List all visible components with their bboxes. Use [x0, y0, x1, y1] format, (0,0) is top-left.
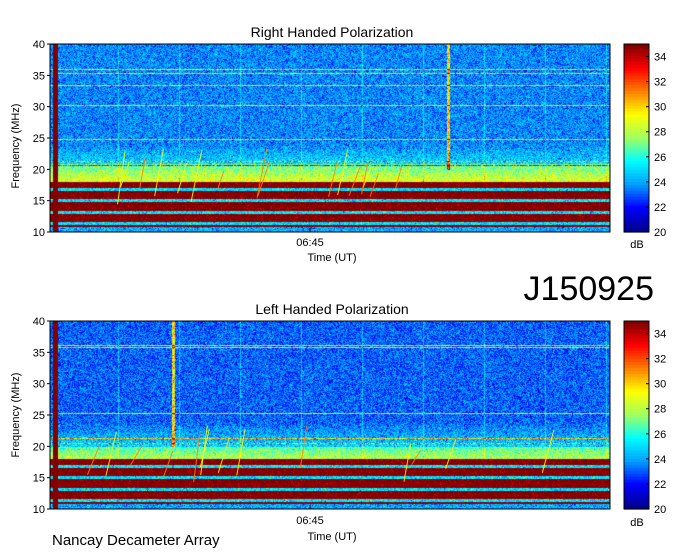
- y-tick-label: 10: [33, 227, 45, 239]
- left-polarization-panel: Left Handed Polarization 10152025303540 …: [10, 301, 666, 543]
- y-tick-label: 15: [33, 196, 45, 208]
- colorbar-tick-label: 28: [654, 404, 666, 416]
- colorbar-tick-label: 30: [654, 102, 666, 114]
- colorbar-tick-label: 32: [654, 354, 666, 366]
- observation-date-label: J150925: [524, 270, 654, 308]
- right-x-axis-label: Time (UT): [307, 252, 356, 264]
- left-polarization-spectrogram: [50, 321, 610, 509]
- spectrogram-raster: [50, 321, 610, 509]
- colorbar-tick-label: 24: [654, 454, 666, 466]
- y-tick-label: 25: [33, 133, 45, 145]
- colorbar-tick-label: 34: [654, 52, 666, 64]
- y-tick-label: 25: [33, 410, 45, 422]
- colorbar-tick-label: 28: [654, 127, 666, 139]
- left-y-axis-label: Frequency (MHz): [10, 373, 22, 458]
- colorbar-tick-label: 26: [654, 152, 666, 164]
- right-x-tick-0645: 06:45: [296, 237, 324, 249]
- colorbar-tick-label: 32: [654, 77, 666, 89]
- y-tick-label: 30: [33, 102, 45, 114]
- colorbar-tick-label: 20: [654, 504, 666, 516]
- observatory-label: Nancay Decameter Array: [52, 532, 220, 549]
- right-polarization-spectrogram: [50, 44, 610, 232]
- right-colorbar: 20 22 24 26 28 30 32 34: [623, 43, 666, 239]
- y-tick-label: 35: [33, 70, 45, 82]
- colorbar-tick-label: 30: [654, 379, 666, 391]
- y-tick-label: 15: [33, 473, 45, 485]
- y-tick-label: 30: [33, 379, 45, 391]
- right-polarization-panel: Right Handed Polarization 10 15 20 25 30 35 40…: [10, 24, 666, 264]
- colorbar-tick-label: 34: [654, 329, 666, 341]
- colorbar-tick-label: 24: [654, 177, 666, 189]
- colorbar-tick-label: 22: [654, 202, 666, 214]
- left-colorbar: 20 22 24 26 28 30 32 34: [623, 320, 666, 516]
- left-panel-title: Left Handed Polarization: [255, 301, 408, 317]
- left-x-axis-label: Time (UT): [307, 531, 356, 543]
- spectrogram-figure: Right Handed Polarization 10 15 20 25 30 35 40…: [10, 24, 666, 549]
- right-y-axis-label: Frequency (MHz): [10, 104, 22, 189]
- left-x-tick-0645: 06:45: [296, 515, 324, 527]
- spectrogram-raster: [50, 44, 610, 232]
- right-panel-title: Right Handed Polarization: [251, 24, 414, 40]
- right-colorbar-unit: dB: [630, 239, 643, 251]
- y-tick-label: 35: [33, 347, 45, 359]
- y-tick-label: 20: [33, 441, 45, 453]
- colorbar-tick-label: 20: [654, 227, 666, 239]
- y-tick-label: 40: [33, 39, 45, 51]
- colorbar-tick-label: 26: [654, 429, 666, 441]
- y-tick-label: 10: [33, 504, 45, 516]
- y-tick-label: 20: [33, 164, 45, 176]
- colorbar-tick-label: 22: [654, 479, 666, 491]
- left-colorbar-unit: dB: [630, 517, 643, 529]
- y-tick-label: 40: [33, 316, 45, 328]
